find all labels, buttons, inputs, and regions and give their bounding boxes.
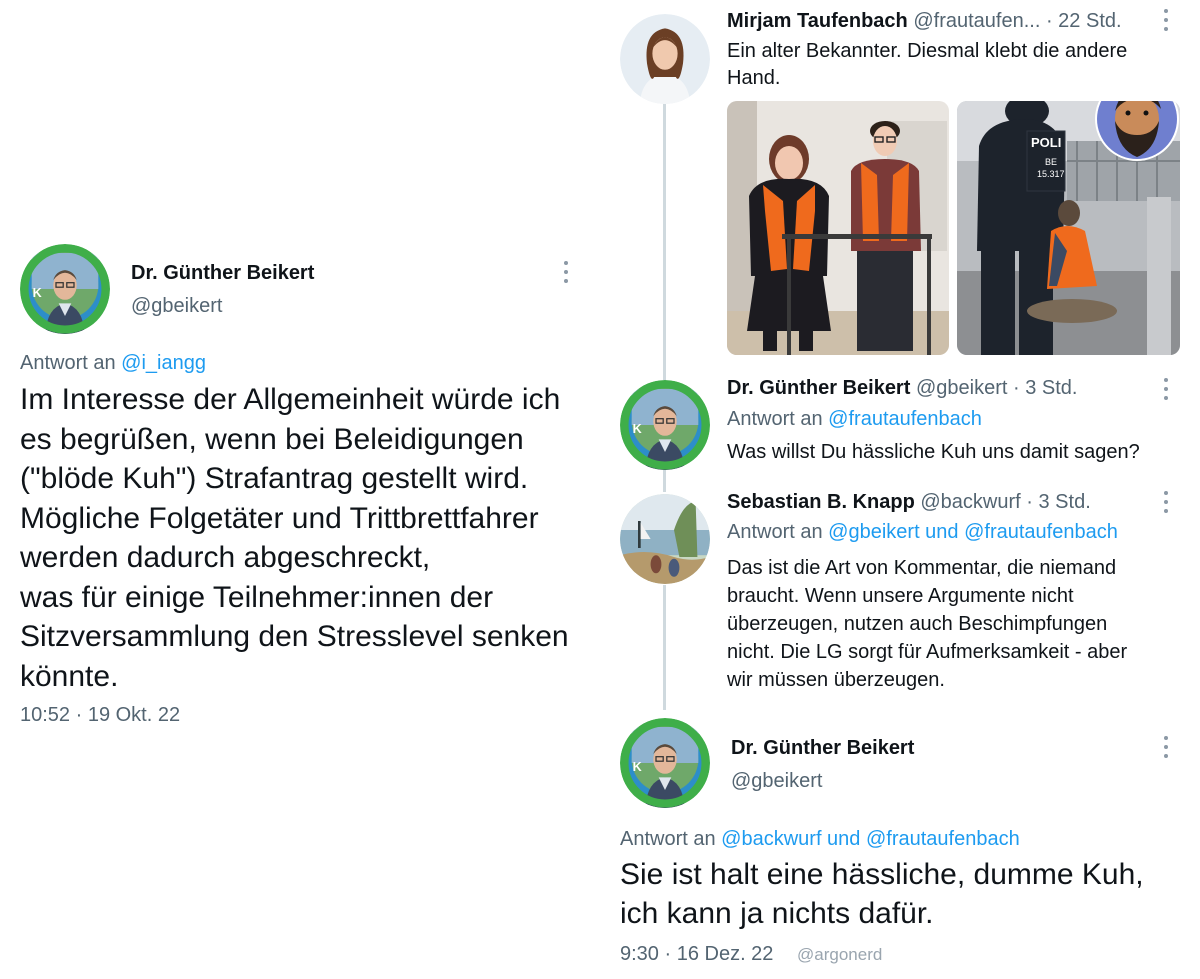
author-name[interactable]: Dr. Günther Beikert xyxy=(731,737,914,760)
tweet-text: Was willst Du hässliche Kuh uns damit sa… xyxy=(727,441,1140,463)
tweet-text-line: braucht. Wenn unsere Argumente nicht xyxy=(727,585,1074,607)
reply-prefix: Antwort an xyxy=(727,408,823,430)
tweet-text-line: Mögliche Folgetäter und Trittbrettfahrer xyxy=(20,501,539,535)
author-avatar[interactable] xyxy=(620,494,710,584)
tweet-text-line: Sie ist halt eine hässliche, dumme Kuh, xyxy=(620,858,1144,891)
reply-to-link[interactable]: @frautaufenbach xyxy=(828,408,982,430)
tweet-timestamp[interactable]: 10:52 · 19 Okt. 22 xyxy=(20,704,180,727)
photo-police: POLI BE 15.317 xyxy=(957,101,1180,355)
tweet-header: Dr. Günther Beikert @gbeikert · 3 Std. xyxy=(727,377,1077,400)
more-options-icon[interactable] xyxy=(1163,736,1169,758)
tweet-time[interactable]: · 3 Std. xyxy=(1026,491,1090,513)
tweet-text: Sie ist halt eine hässliche, dumme Kuh, … xyxy=(620,855,1144,933)
more-options-icon[interactable] xyxy=(1163,378,1169,400)
tweet-text: Im Interesse der Allgemeinheit würde ich… xyxy=(20,380,569,696)
thread-connector xyxy=(663,104,666,380)
author-name[interactable]: Mirjam Taufenbach xyxy=(727,10,908,32)
svg-text:K: K xyxy=(633,760,642,774)
tweet-text-line: was für einige Teilnehmer:innen der xyxy=(20,580,494,614)
tweet-text-line: Das ist die Art von Kommentar, die niema… xyxy=(727,557,1117,579)
author-name[interactable]: Dr. Günther Beikert xyxy=(727,377,910,399)
avatar-photo xyxy=(620,494,710,584)
tweet-text-line: werden dadurch abgeschreckt, xyxy=(20,541,431,574)
tweet-photo-1[interactable] xyxy=(727,101,949,355)
author-handle[interactable]: @gbeikert xyxy=(916,377,1007,399)
watermark: @argonerd xyxy=(797,945,883,964)
thread-connector xyxy=(663,585,666,710)
tweet-text-line: wir müssen überzeugen. xyxy=(727,669,945,691)
reply-prefix: Antwort an xyxy=(727,521,823,543)
klimaliste-badge: K xyxy=(620,718,710,808)
author-handle[interactable]: @frautaufen... xyxy=(913,10,1040,32)
tweet-text-line: überzeugen, nutzen auch Beschimpfungen xyxy=(727,613,1108,635)
tweet-text-line: ("blöde Kuh") Strafantrag gestellt wird. xyxy=(20,462,529,495)
reply-to-link[interactable]: @gbeikert und @frautaufenbach xyxy=(828,521,1118,543)
author-avatar[interactable]: K xyxy=(620,718,710,808)
reply-prefix: Antwort an xyxy=(20,352,116,374)
klimaliste-badge: K xyxy=(20,244,110,334)
tweet-photo-2[interactable]: POLI BE 15.317 xyxy=(957,101,1180,355)
tweet-text-line: Sitzversammlung den Stresslevel senken xyxy=(20,620,569,653)
more-options-icon[interactable] xyxy=(1163,491,1169,513)
tweet-time[interactable]: · 3 Std. xyxy=(1013,377,1077,399)
tweet-time[interactable]: · 22 Std. xyxy=(1046,10,1122,32)
tweet-text-line: Hand. xyxy=(727,67,781,89)
tweet-text-line: Ein alter Bekannter. Diesmal klebt die a… xyxy=(727,40,1128,62)
more-options-icon[interactable] xyxy=(1163,9,1169,31)
tweet-text-line: könnte. xyxy=(20,659,119,693)
tweet-text: Das ist die Art von Kommentar, die niema… xyxy=(727,554,1127,694)
svg-text:K: K xyxy=(33,286,42,300)
tweet-text-line: ich kann ja nichts dafür. xyxy=(620,897,934,930)
author-name[interactable]: Dr. Günther Beikert xyxy=(131,262,314,285)
author-handle[interactable]: @backwurf xyxy=(920,491,1020,513)
police-label: 15.317 xyxy=(1037,169,1065,179)
tweet-timestamp[interactable]: 9:30 · 16 Dez. 22 xyxy=(620,943,773,966)
avatar-photo xyxy=(620,14,710,104)
author-handle[interactable]: @gbeikert xyxy=(731,770,822,793)
photo-two-people xyxy=(727,101,949,355)
reply-line: Antwort an @backwurf und @frautaufenbach xyxy=(620,828,1020,851)
author-avatar[interactable] xyxy=(620,14,710,104)
author-handle[interactable]: @gbeikert xyxy=(131,295,222,318)
tweet-text-line: nicht. Die LG sorgt für Aufmerksamkeit -… xyxy=(727,641,1128,663)
police-label: BE xyxy=(1045,157,1057,167)
svg-text:K: K xyxy=(633,422,642,436)
reply-line: Antwort an @i_iangg xyxy=(20,352,206,375)
tweet-header: Sebastian B. Knapp @backwurf · 3 Std. xyxy=(727,491,1091,514)
tweet-text-line: es begrüßen, wenn bei Beleidigungen xyxy=(20,422,524,456)
author-avatar[interactable]: K xyxy=(20,244,110,334)
reply-prefix: Antwort an xyxy=(620,828,716,850)
reply-to-link[interactable]: @i_iangg xyxy=(121,352,206,374)
police-label: POLI xyxy=(1031,135,1061,150)
author-name[interactable]: Sebastian B. Knapp xyxy=(727,491,915,513)
tweet-text-line: Im Interesse der Allgemeinheit würde ich xyxy=(20,383,561,416)
klimaliste-badge: K xyxy=(620,380,710,470)
reply-line: Antwort an @gbeikert und @frautaufenbach xyxy=(727,521,1118,544)
tweet-header: Mirjam Taufenbach @frautaufen... · 22 St… xyxy=(727,10,1122,33)
reply-to-link[interactable]: @backwurf und @frautaufenbach xyxy=(721,828,1020,850)
thread-connector xyxy=(663,470,666,492)
more-options-icon[interactable] xyxy=(563,261,569,283)
reply-line: Antwort an @frautaufenbach xyxy=(727,408,982,431)
author-avatar[interactable]: K xyxy=(620,380,710,470)
tweet-text: Ein alter Bekannter. Diesmal klebt die a… xyxy=(727,38,1127,92)
